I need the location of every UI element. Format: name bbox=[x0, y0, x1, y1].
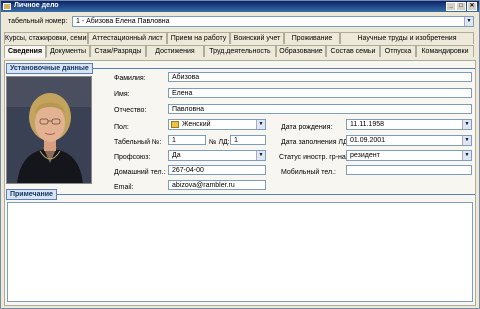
lastname-field[interactable]: Абизова bbox=[168, 72, 472, 82]
minimize-icon[interactable]: _ bbox=[446, 2, 456, 11]
tabnum-field[interactable]: 1 bbox=[168, 135, 206, 145]
gender-label: Пол: bbox=[114, 124, 129, 131]
birth-date-label: Дата рождения: bbox=[281, 124, 333, 131]
email-label: Email: bbox=[114, 184, 134, 191]
tab-row-bottom: Сведения Документы Стаж/Разряды Достижен… bbox=[4, 45, 476, 58]
tab-info[interactable]: Сведения bbox=[4, 45, 46, 58]
tab-seniority[interactable]: Стаж/Разряды bbox=[90, 45, 146, 57]
personal-file-window: Личное дело _ □ ✕ табельный номер: 1 - А… bbox=[0, 0, 480, 309]
foreign-status-select[interactable]: резидент ▼ bbox=[346, 150, 472, 161]
ld-num-field[interactable]: 1 bbox=[230, 135, 266, 145]
tab-scientific-works[interactable]: Научные труды и изобретения bbox=[340, 32, 474, 44]
tabnum-value: 1 bbox=[172, 137, 176, 144]
chevron-down-icon[interactable]: ▼ bbox=[462, 136, 471, 145]
lastname-label: Фамилия: bbox=[114, 75, 146, 82]
email-value: abizova@rambler.ru bbox=[172, 182, 235, 189]
employee-photo bbox=[6, 76, 92, 184]
maximize-icon[interactable]: □ bbox=[456, 2, 466, 11]
ld-num-value: 1 bbox=[234, 137, 238, 144]
patronymic-value: Павловна bbox=[172, 106, 205, 113]
tab-work-history[interactable]: Труд.деятельность bbox=[204, 45, 276, 57]
firstname-field[interactable]: Елена bbox=[168, 88, 472, 98]
firstname-label: Имя: bbox=[114, 91, 130, 98]
chevron-down-icon[interactable]: ▼ bbox=[462, 120, 471, 129]
record-label: табельный номер: bbox=[8, 18, 68, 25]
tab-attestation[interactable]: Аттестационный лист bbox=[88, 32, 167, 44]
firstname-value: Елена bbox=[172, 90, 193, 97]
home-phone-value: 267-04-00 bbox=[172, 167, 204, 174]
home-phone-label: Домашний тел.: bbox=[114, 169, 166, 176]
employee-select-value: 1 - Абизова Елена Павловна bbox=[76, 18, 170, 25]
close-icon[interactable]: ✕ bbox=[467, 2, 477, 11]
record-selector: табельный номер: 1 - Абизова Елена Павло… bbox=[4, 15, 476, 29]
chevron-down-icon[interactable]: ▼ bbox=[256, 151, 265, 160]
title-bar[interactable]: Личное дело _ □ ✕ bbox=[1, 1, 479, 12]
union-label: Профсоюз: bbox=[114, 154, 151, 161]
home-phone-field[interactable]: 267-04-00 bbox=[168, 165, 266, 175]
gender-value: Женский bbox=[182, 121, 211, 128]
tab-row-top: Курсы, стажировки, семинары Аттестационн… bbox=[4, 32, 476, 45]
tab-courses[interactable]: Курсы, стажировки, семинары bbox=[4, 32, 88, 44]
birth-date-value: 11.11.1958 bbox=[350, 121, 384, 128]
section-main-title: Установочные данные bbox=[6, 63, 93, 74]
mobile-field[interactable] bbox=[346, 165, 472, 175]
union-value: Да bbox=[172, 152, 181, 159]
tab-vacations[interactable]: Отпуска bbox=[380, 45, 416, 57]
employee-select[interactable]: 1 - Абизова Елена Павловна ▼ bbox=[72, 16, 474, 27]
patronymic-field[interactable]: Павловна bbox=[168, 104, 472, 114]
ld-num-label: № ЛД: bbox=[209, 139, 230, 146]
chevron-down-icon[interactable]: ▼ bbox=[256, 120, 265, 129]
portrait-image bbox=[7, 77, 91, 183]
tab-business-trips[interactable]: Командировки bbox=[416, 45, 474, 57]
foreign-status-label: Статус иностр. гр-на: bbox=[279, 154, 348, 161]
chevron-down-icon[interactable]: ▼ bbox=[462, 151, 471, 160]
section-note-title: Примечание bbox=[6, 189, 57, 200]
birth-date-picker[interactable]: 11.11.1958 ▼ bbox=[346, 119, 472, 130]
fill-date-label: Дата заполнения ЛД: bbox=[281, 139, 350, 146]
tab-achievements[interactable]: Достижения bbox=[146, 45, 204, 57]
tab-family[interactable]: Состав семьи bbox=[326, 45, 380, 57]
female-icon bbox=[171, 121, 179, 128]
section-note-line bbox=[7, 194, 475, 195]
app-icon bbox=[3, 3, 11, 10]
lastname-value: Абизова bbox=[172, 74, 200, 81]
tab-documents[interactable]: Документы bbox=[46, 45, 90, 57]
union-select[interactable]: Да ▼ bbox=[168, 150, 266, 161]
gender-select[interactable]: Женский ▼ bbox=[168, 119, 266, 130]
fill-date-picker[interactable]: 01.09.2001 ▼ bbox=[346, 135, 472, 146]
tab-military[interactable]: Воинский учет bbox=[230, 32, 284, 44]
note-textarea[interactable] bbox=[7, 202, 473, 302]
email-field[interactable]: abizova@rambler.ru bbox=[168, 180, 266, 190]
mobile-label: Мобильный тел.: bbox=[281, 169, 336, 176]
foreign-status-value: резидент bbox=[350, 152, 380, 159]
patronymic-label: Отчество: bbox=[114, 107, 147, 114]
window-title: Личное дело bbox=[14, 2, 59, 9]
chevron-down-icon[interactable]: ▼ bbox=[464, 17, 473, 26]
tab-hiring[interactable]: Прием на работу bbox=[167, 32, 230, 44]
tab-residence[interactable]: Проживание bbox=[284, 32, 340, 44]
fill-date-value: 01.09.2001 bbox=[350, 137, 386, 144]
tabnum-label: Табельный №: bbox=[114, 139, 162, 146]
tab-education[interactable]: Образование bbox=[276, 45, 326, 57]
